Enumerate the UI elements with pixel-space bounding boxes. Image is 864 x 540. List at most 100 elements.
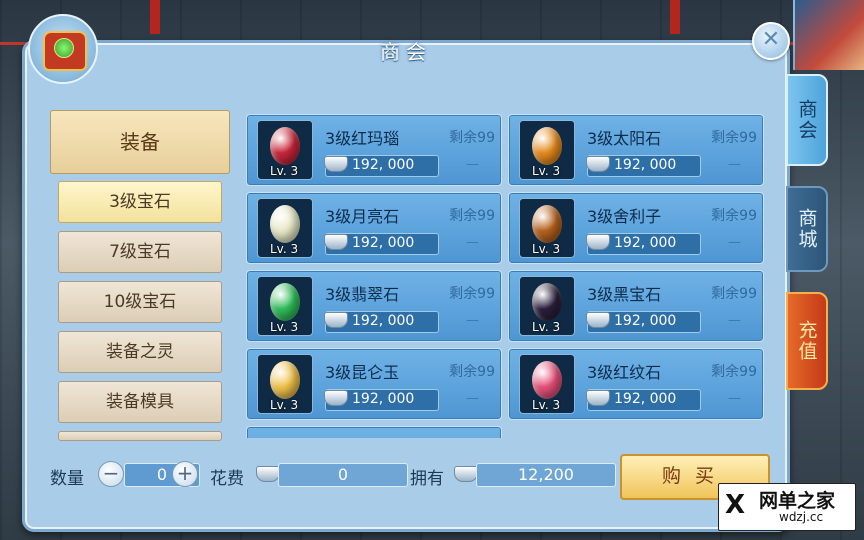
category-equipment[interactable]: 装备: [50, 110, 230, 174]
purchase-bar: 数量 − 0 + 花费 0 拥有 12,200 购买: [50, 454, 770, 500]
silver-ingot-icon: [586, 156, 610, 174]
item-price: 192, 000: [352, 235, 415, 251]
item-level: Lv. 3: [532, 320, 561, 334]
item-card[interactable]: Lv. 3 3级黑宝石 剩余99 192, 000 —: [508, 270, 764, 342]
item-price: 192, 000: [352, 391, 415, 407]
item-stock: 剩余99: [449, 364, 495, 380]
item-price: 192, 000: [614, 157, 677, 173]
item-name: 3级红纹石: [587, 363, 662, 382]
watermark-text: 网单之家: [759, 490, 836, 512]
gem-icon: [270, 205, 300, 243]
item-icon: Lv. 3: [519, 120, 575, 180]
silver-ingot-icon: [324, 234, 348, 252]
gem-icon: [532, 127, 562, 165]
player-avatar[interactable]: [793, 0, 864, 70]
item-stock: 剩余99: [449, 286, 495, 302]
cost-value: 0: [278, 463, 408, 487]
gem-icon: [270, 127, 300, 165]
subcategory-equipment-spirit[interactable]: 装备之灵: [58, 331, 222, 373]
subcategory-partial[interactable]: [58, 431, 222, 441]
item-list: Lv. 3 3级红玛瑙 剩余99 192, 000— Lv. 3 3级太阳石 剩余99 192…: [246, 110, 764, 438]
item-price-bar: 192, 000: [324, 389, 439, 411]
item-stock: 剩余99: [711, 364, 757, 380]
item-card[interactable]: Lv. 3 3级舍利子 剩余99 192, 000 —: [508, 192, 764, 264]
item-level: Lv. 3: [532, 242, 561, 256]
chamber-logo-icon: [28, 14, 98, 84]
item-card-partial[interactable]: [246, 426, 502, 438]
gem-icon: [270, 361, 300, 399]
item-icon: Lv. 3: [519, 276, 575, 336]
item-card[interactable]: Lv. 3 3级月亮石 剩余99 192, 000 —: [246, 192, 502, 264]
item-icon: Lv. 3: [257, 354, 313, 414]
item-stock: 剩余99: [449, 130, 495, 146]
silver-ingot-icon: [324, 390, 348, 408]
item-name: 3级昆仑玉: [325, 363, 400, 382]
pillar-decoration: [150, 0, 160, 34]
item-level: Lv. 3: [532, 398, 561, 412]
tab-chamber-of-commerce[interactable]: 商会: [786, 74, 828, 166]
tab-recharge[interactable]: 充值: [786, 292, 828, 390]
item-dash: —: [466, 235, 479, 250]
subcategory-gem-lv10[interactable]: 10级宝石: [58, 281, 222, 323]
item-card[interactable]: Lv. 3 3级翡翠石 剩余99 192, 000 —: [246, 270, 502, 342]
item-stock: 剩余99: [711, 286, 757, 302]
pillar-decoration: [670, 0, 680, 34]
silver-ingot-icon: [324, 312, 348, 330]
silver-ingot-icon: [586, 390, 610, 408]
item-card[interactable]: Lv. 3 3级太阳石 剩余99 192, 000 —: [508, 114, 764, 186]
item-icon: Lv. 3: [257, 120, 313, 180]
item-dash: —: [466, 157, 479, 172]
item-icon: Lv. 3: [257, 198, 313, 258]
quantity-plus-button[interactable]: +: [172, 461, 198, 487]
item-card[interactable]: Lv. 3 3级昆仑玉 剩余99 192, 000 —: [246, 348, 502, 420]
item-level: Lv. 3: [270, 320, 299, 334]
item-price-bar: 192, 000: [586, 311, 701, 333]
item-price-bar: 192, 000: [586, 389, 701, 411]
item-name: 3级月亮石: [325, 207, 400, 226]
item-card[interactable]: Lv. 3 3级红纹石 剩余99 192, 000 —: [508, 348, 764, 420]
item-stock: 剩余99: [711, 130, 757, 146]
subcategory-equipment-mold[interactable]: 装备模具: [58, 381, 222, 423]
gem-icon: [532, 361, 562, 399]
quantity-minus-button[interactable]: −: [98, 461, 124, 487]
site-watermark: Ⅹ 网单之家 wdzj.cc: [718, 483, 856, 531]
item-name: 3级舍利子: [587, 207, 662, 226]
watermark-url: wdzj.cc: [779, 510, 824, 524]
subcategory-gem-lv7[interactable]: 7级宝石: [58, 231, 222, 273]
item-price-bar: 192, 000: [324, 155, 439, 177]
item-price: 192, 000: [352, 157, 415, 173]
item-name: 3级黑宝石: [587, 285, 662, 304]
item-level: Lv. 3: [270, 164, 299, 178]
item-dash: —: [466, 391, 479, 406]
item-dash: —: [728, 157, 741, 172]
item-price-bar: 192, 000: [324, 311, 439, 333]
item-stock: 剩余99: [711, 208, 757, 224]
owned-label: 拥有: [410, 469, 444, 489]
quantity-label: 数量: [50, 469, 84, 489]
close-button[interactable]: ✕: [752, 22, 790, 60]
tab-mall[interactable]: 商城: [786, 186, 828, 272]
item-icon: Lv. 3: [519, 198, 575, 258]
owned-value: 12,200: [476, 463, 616, 487]
gem-icon: [532, 205, 562, 243]
item-dash: —: [728, 235, 741, 250]
item-price: 192, 000: [614, 235, 677, 251]
item-name: 3级红玛瑙: [325, 129, 400, 148]
item-icon: Lv. 3: [519, 354, 575, 414]
item-dash: —: [466, 313, 479, 328]
item-price: 192, 000: [614, 313, 677, 329]
silver-ingot-icon: [586, 234, 610, 252]
item-icon: Lv. 3: [257, 276, 313, 336]
title-bar: 商会: [22, 36, 790, 68]
item-level: Lv. 3: [270, 242, 299, 256]
item-name: 3级太阳石: [587, 129, 662, 148]
subcategory-gem-lv3[interactable]: 3级宝石: [58, 181, 222, 223]
watermark-logo-icon: Ⅹ: [725, 490, 746, 520]
silver-ingot-icon: [256, 466, 280, 482]
silver-ingot-icon: [324, 156, 348, 174]
item-card[interactable]: Lv. 3 3级红玛瑙 剩余99 192, 000 —: [246, 114, 502, 186]
silver-ingot-icon: [454, 466, 478, 482]
gem-icon: [54, 38, 74, 58]
item-price-bar: 192, 000: [586, 155, 701, 177]
item-name: 3级翡翠石: [325, 285, 400, 304]
